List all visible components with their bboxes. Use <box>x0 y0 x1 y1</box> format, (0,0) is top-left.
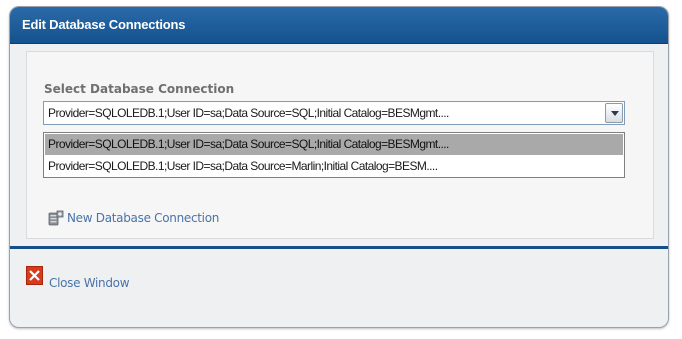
select-connection-label: Select Database Connection <box>44 82 235 96</box>
close-window-link[interactable]: Close Window <box>26 265 130 290</box>
new-database-connection-link[interactable]: New Database Connection <box>47 209 219 227</box>
new-database-connection-label: New Database Connection <box>67 211 220 225</box>
divider <box>10 246 668 249</box>
connection-option[interactable]: Provider=SQLOLEDB.1;User ID=sa;Data Sour… <box>45 134 623 155</box>
connection-select[interactable]: Provider=SQLOLEDB.1;User ID=sa;Data Sour… <box>43 101 625 125</box>
dialog-title: Edit Database Connections <box>22 17 186 32</box>
chevron-down-icon[interactable] <box>605 103 623 123</box>
connection-select-value: Provider=SQLOLEDB.1;User ID=sa;Data Sour… <box>48 106 449 120</box>
close-icon <box>26 265 43 285</box>
edit-database-connections-dialog: Edit Database Connections Select Databas… <box>9 6 669 328</box>
database-add-icon <box>48 210 64 225</box>
connection-dropdown-list: Provider=SQLOLEDB.1;User ID=sa;Data Sour… <box>43 132 625 178</box>
title-bar: Edit Database Connections <box>10 7 668 44</box>
connection-option[interactable]: Provider=SQLOLEDB.1;User ID=sa;Data Sour… <box>45 156 623 177</box>
connection-panel: Select Database Connection Provider=SQLO… <box>26 51 654 239</box>
close-window-label: Close Window <box>49 276 130 290</box>
